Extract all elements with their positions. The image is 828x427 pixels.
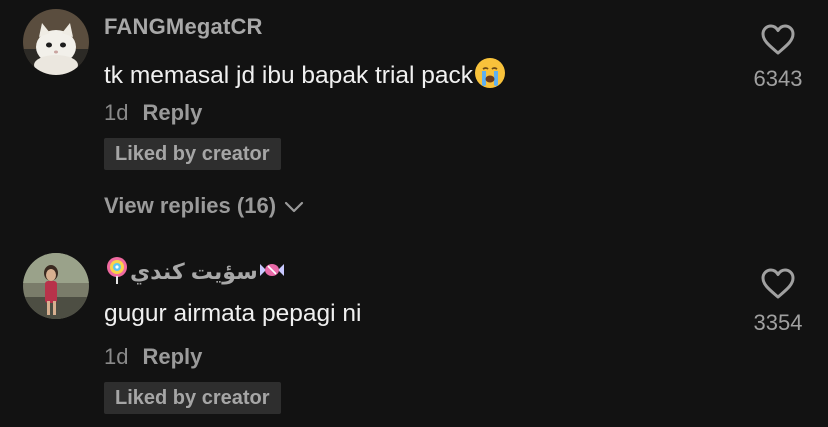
comment-username[interactable]: سؤيت كندي bbox=[104, 256, 286, 290]
like-button[interactable]: 3354 bbox=[746, 268, 810, 336]
comment-item: سؤيت كندي gugur airmata pepagi ni 1d Repl… bbox=[0, 244, 828, 427]
like-button[interactable]: 6343 bbox=[746, 24, 810, 92]
comment-meta: 1d Reply bbox=[104, 344, 202, 370]
like-count: 6343 bbox=[753, 66, 803, 91]
reply-button[interactable]: Reply bbox=[142, 100, 202, 125]
view-replies-label: View replies (16) bbox=[104, 193, 277, 218]
comment-timestamp: 1d bbox=[104, 100, 129, 125]
comment-username[interactable]: FANGMegatCR bbox=[104, 14, 263, 40]
crying-face-icon bbox=[473, 56, 507, 97]
heart-icon bbox=[761, 24, 795, 55]
comment-username-text: سؤيت كندي bbox=[130, 258, 258, 284]
avatar[interactable] bbox=[23, 253, 89, 319]
liked-by-creator-badge: Liked by creator bbox=[104, 382, 281, 414]
chevron-down-icon bbox=[284, 193, 304, 219]
view-replies-button[interactable]: View replies (16) bbox=[104, 193, 304, 219]
comment-text-content: tk memasal jd ibu bapak trial pack bbox=[104, 61, 474, 89]
reply-button[interactable]: Reply bbox=[142, 344, 202, 369]
heart-icon bbox=[761, 268, 795, 299]
candy-icon bbox=[258, 260, 286, 286]
comment-item: FANGMegatCR tk memasal jd ibu bapak tria… bbox=[0, 0, 828, 240]
avatar[interactable] bbox=[23, 9, 89, 75]
comment-text: gugur airmata pepagi ni bbox=[104, 300, 362, 327]
comment-timestamp: 1d bbox=[104, 344, 129, 369]
comment-meta: 1d Reply bbox=[104, 100, 202, 126]
comment-text: tk memasal jd ibu bapak trial pack bbox=[104, 56, 507, 97]
liked-by-creator-badge: Liked by creator bbox=[104, 138, 281, 170]
lollipop-icon bbox=[104, 256, 130, 290]
like-count: 3354 bbox=[753, 310, 803, 335]
